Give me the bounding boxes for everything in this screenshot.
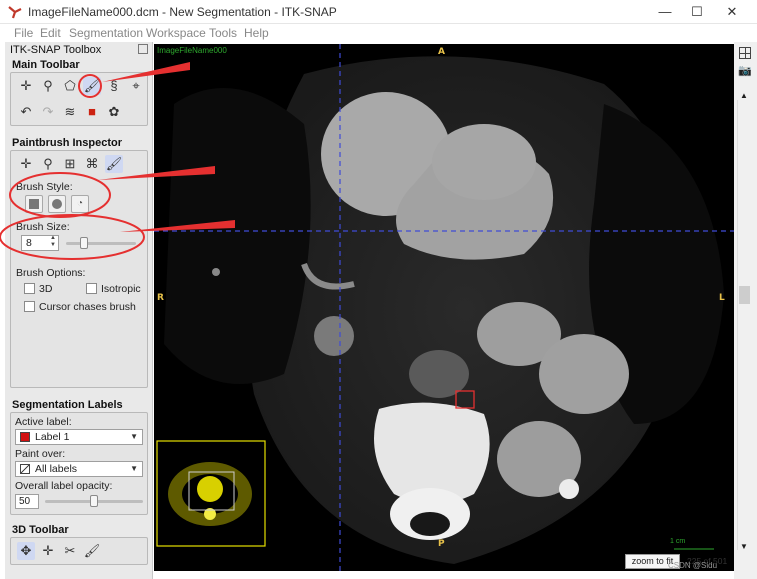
scale-label: 1 cm xyxy=(670,538,686,545)
brush-options-label: Brush Options: xyxy=(16,267,86,279)
redo-icon[interactable]: ↷ xyxy=(39,103,57,121)
slice-viewer[interactable]: ImageFileName000 A P R L 1 cm xyxy=(154,44,734,571)
undo-icon[interactable]: ↶ xyxy=(17,103,35,121)
brush-style-label: Brush Style: xyxy=(16,181,73,193)
rotate-3d-icon[interactable]: ✥ xyxy=(17,542,35,560)
inspector-snake-icon[interactable]: ⌘ xyxy=(83,155,101,173)
paintbrush-tool-icon[interactable]: 🖌 xyxy=(83,77,101,95)
opt-isotropic-label: Isotropic xyxy=(101,283,141,295)
square-brush-icon xyxy=(29,199,39,209)
paint-over-value: All labels xyxy=(35,463,78,475)
active-label-value: Label 1 xyxy=(35,431,70,443)
orient-top: A xyxy=(438,47,445,57)
toolbox-panel: ITK-SNAP Toolbox Main Toolbar ✛ ⚲ ⬠ 🖌 § … xyxy=(5,42,153,579)
crosshair-tool-icon[interactable]: ✛ xyxy=(17,77,35,95)
view-side-bar: 📷 ▲ ▼ xyxy=(734,42,757,579)
active-label-combo[interactable]: Label 1 ▼ xyxy=(15,429,143,445)
close-button[interactable]: ✕ xyxy=(717,2,747,22)
undock-icon[interactable] xyxy=(138,44,148,54)
annotation-tool-icon[interactable]: ⌖ xyxy=(127,77,145,95)
menu-segmentation[interactable]: Segmentation xyxy=(69,26,143,40)
maximize-button[interactable]: ☐ xyxy=(682,2,712,22)
inspector-crosshair-icon[interactable]: ✛ xyxy=(17,155,35,173)
slice-scrollbar-thumb[interactable] xyxy=(739,286,750,304)
palette-icon[interactable]: ✿ xyxy=(105,103,123,121)
brush-size-spinbox[interactable]: 8 ▲ ▼ xyxy=(21,235,59,251)
slice-scrollbar[interactable] xyxy=(737,100,751,550)
toolbox-title: ITK-SNAP Toolbox xyxy=(10,44,102,56)
dropdown-arrow-icon: ▼ xyxy=(130,464,138,473)
scroll-up-icon[interactable]: ▲ xyxy=(740,91,748,100)
window-title: ImageFileName000.dcm - New Segmentation … xyxy=(28,5,337,19)
toolbar-3d: ✥ ✛ ✂ 🖌 xyxy=(10,537,148,565)
main-toolbar: ✛ ⚲ ⬠ 🖌 § ⌖ ↶ ↷ ≋ ■ ✿ xyxy=(10,72,148,126)
round-brush-icon xyxy=(52,199,62,209)
inspector-paintbrush-icon[interactable]: 🖌 xyxy=(105,155,123,173)
orient-left: R xyxy=(157,293,164,303)
layout-grid-icon[interactable] xyxy=(739,47,751,59)
menu-workspace[interactable]: Workspace xyxy=(146,26,206,40)
opt-3d-checkbox[interactable] xyxy=(24,283,35,294)
label-color-icon[interactable]: ■ xyxy=(83,103,101,121)
itksnap-logo-icon xyxy=(7,4,23,20)
menu-help[interactable]: Help xyxy=(244,26,269,40)
seg-labels-panel: Active label: Label 1 ▼ Paint over: All … xyxy=(10,412,148,515)
main-toolbar-title: Main Toolbar xyxy=(12,59,80,71)
opt-cursor-chases-label: Cursor chases brush xyxy=(39,301,136,313)
brush-size-slider-thumb[interactable] xyxy=(79,237,88,249)
opacity-slider-thumb[interactable] xyxy=(90,495,98,507)
zoom-tool-icon[interactable]: ⚲ xyxy=(39,77,57,95)
layer-name-overlay: ImageFileName000 xyxy=(157,46,227,55)
label-color-swatch xyxy=(20,432,30,442)
menu-tools[interactable]: Tools xyxy=(209,26,237,40)
scalpel-3d-icon[interactable]: ✂ xyxy=(61,542,79,560)
paintbrush-inspector-title: Paintbrush Inspector xyxy=(12,137,123,149)
spray-3d-icon[interactable]: 🖌 xyxy=(83,542,101,560)
menu-bar: File Edit Segmentation Workspace Tools H… xyxy=(0,24,757,42)
csdn-watermark: CSDN @Sidu xyxy=(668,561,718,570)
brush-size-label: Brush Size: xyxy=(16,221,70,233)
minimize-button[interactable]: — xyxy=(650,2,680,22)
layers-icon[interactable]: ≋ xyxy=(61,103,79,121)
crosshair-3d-icon[interactable]: ✛ xyxy=(39,542,57,560)
adaptive-brush-icon: ◔ xyxy=(76,198,84,209)
paintbrush-inspector: ✛ ⚲ ⊞ ⌘ 🖌 Brush Style: ◔ Brush Size: 8 ▲… xyxy=(10,150,148,388)
toolbar3d-title: 3D Toolbar xyxy=(12,524,69,536)
snake-tool-icon[interactable]: § xyxy=(105,77,123,95)
adaptive-brush-button[interactable]: ◔ xyxy=(71,195,89,213)
active-label-caption: Active label: xyxy=(15,416,72,428)
square-brush-button[interactable] xyxy=(25,195,43,213)
opacity-caption: Overall label opacity: xyxy=(15,480,113,492)
ct-slice-image xyxy=(154,44,734,571)
dropdown-arrow-icon: ▼ xyxy=(130,432,138,441)
brush-size-value: 8 xyxy=(26,237,32,249)
orient-bottom: P xyxy=(438,539,445,549)
paint-over-combo[interactable]: All labels ▼ xyxy=(15,461,143,477)
camera-icon[interactable]: 📷 xyxy=(738,64,752,77)
inspector-grid-icon[interactable]: ⊞ xyxy=(61,155,79,173)
brush-size-slider[interactable] xyxy=(66,242,136,245)
window-titlebar: ImageFileName000.dcm - New Segmentation … xyxy=(0,0,757,24)
polygon-tool-icon[interactable]: ⬠ xyxy=(61,77,79,95)
all-labels-icon xyxy=(20,464,30,474)
opacity-value[interactable]: 50 xyxy=(15,494,39,509)
inspector-zoom-icon[interactable]: ⚲ xyxy=(39,155,57,173)
paint-over-caption: Paint over: xyxy=(15,448,66,460)
opt-3d-label: 3D xyxy=(39,283,53,295)
orient-right: L xyxy=(719,293,725,303)
scroll-down-icon[interactable]: ▼ xyxy=(740,542,748,551)
seg-labels-title: Segmentation Labels xyxy=(12,399,123,411)
opt-isotropic-checkbox[interactable] xyxy=(86,283,97,294)
menu-edit[interactable]: Edit xyxy=(40,26,61,40)
menu-file[interactable]: File xyxy=(14,26,33,40)
opt-cursor-chases-checkbox[interactable] xyxy=(24,301,35,312)
round-brush-button[interactable] xyxy=(48,195,66,213)
spin-arrows-icon[interactable]: ▲ ▼ xyxy=(50,235,56,249)
